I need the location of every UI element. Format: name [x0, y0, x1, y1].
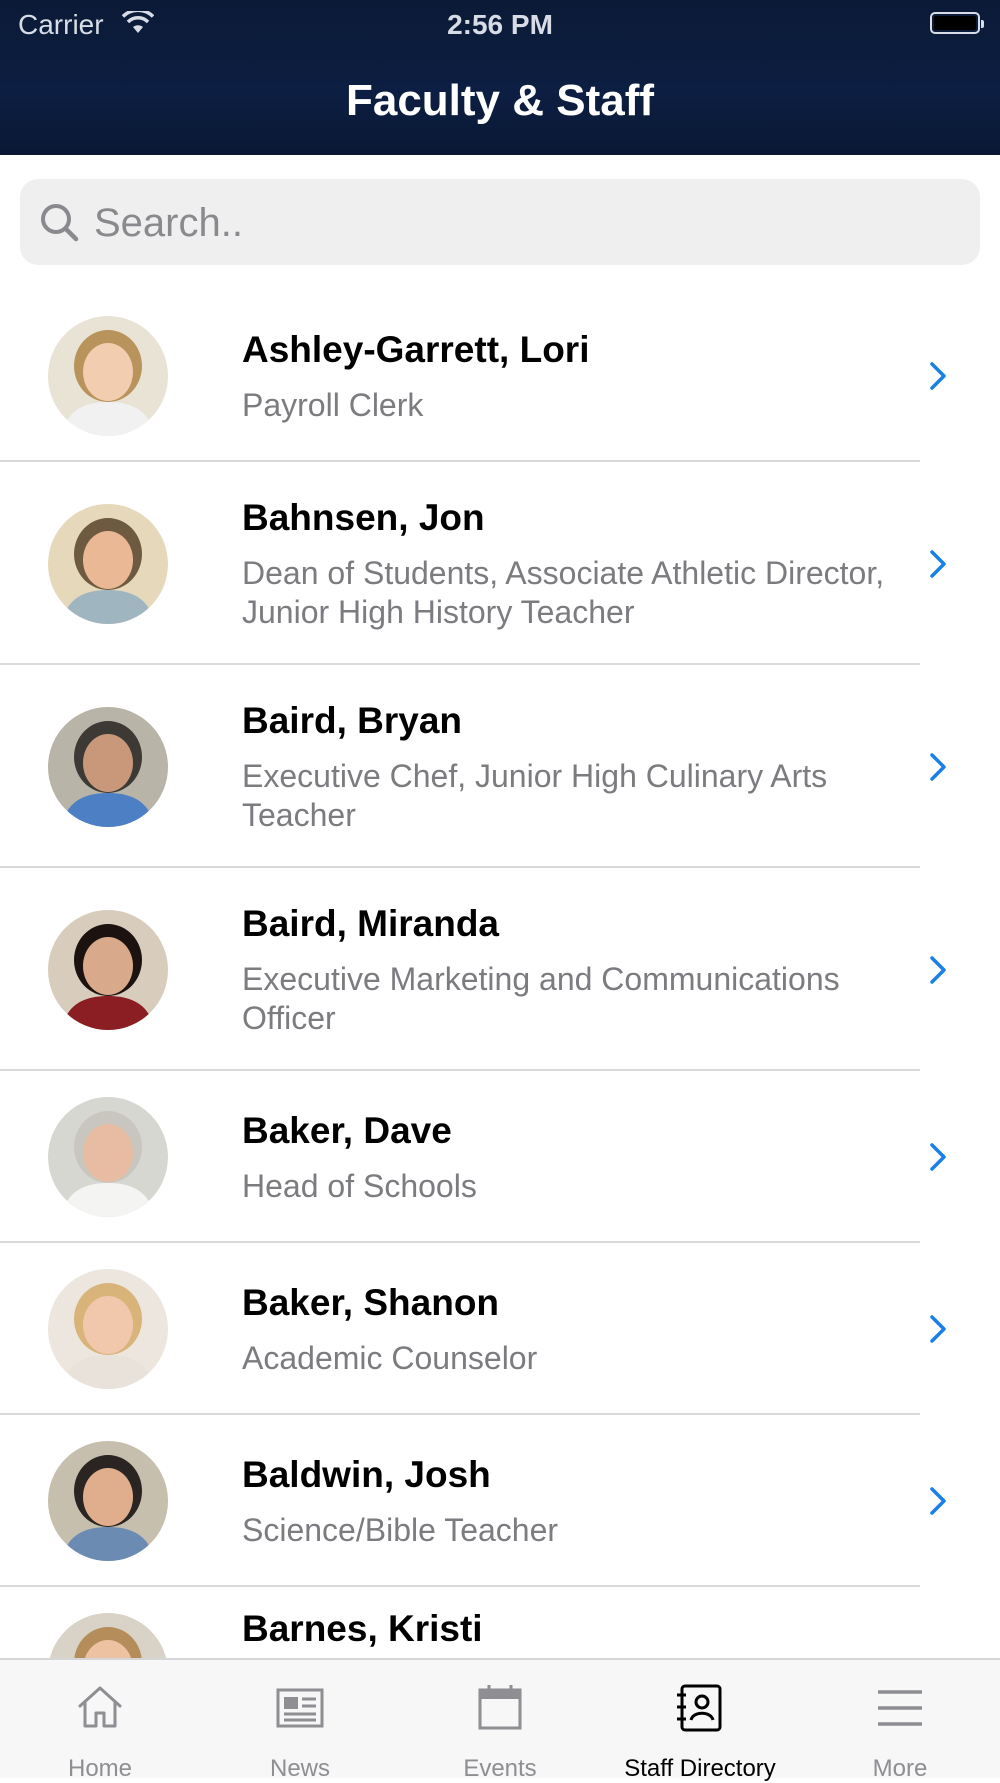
search-icon	[41, 204, 79, 242]
status-time: 2:56 PM	[447, 9, 553, 40]
chevron-right-icon	[928, 1142, 948, 1177]
menu-icon	[878, 1690, 922, 1726]
staff-row[interactable]: Baird, Bryan Executive Chef, Junior High …	[0, 665, 1000, 868]
tab-events[interactable]: Events	[400, 1660, 600, 1782]
tab-label: Staff Directory	[624, 1755, 776, 1782]
news-icon	[276, 1688, 324, 1728]
page-title: Faculty & Staff	[345, 76, 655, 125]
staff-role: Executive Chef, Junior High Culinary Art…	[242, 758, 828, 833]
staff-role: Academic Counselor	[242, 1340, 538, 1376]
tab-label: More	[872, 1755, 928, 1782]
staff-name: Baker, Shanon	[242, 1282, 500, 1323]
tab-label: News	[269, 1755, 330, 1782]
avatar	[48, 910, 168, 1030]
staff-row[interactable]: Baird, Miranda Executive Marketing and Co…	[0, 868, 1000, 1071]
calendar-icon	[478, 1685, 522, 1730]
avatar	[48, 707, 168, 827]
chevron-right-icon	[928, 549, 948, 584]
chevron-right-icon	[928, 1314, 948, 1349]
tab-news[interactable]: News	[200, 1660, 400, 1782]
staff-row[interactable]: Baker, Dave Head of Schools	[0, 1071, 1000, 1243]
staff-directory-icon	[677, 1684, 722, 1732]
tab-more[interactable]: More	[800, 1660, 1000, 1782]
search-bar[interactable]	[20, 179, 980, 267]
avatar	[48, 504, 168, 624]
staff-name: Bahnsen, Jon	[242, 497, 485, 538]
staff-name: Barnes, Kristi	[242, 1608, 483, 1649]
chevron-right-icon	[928, 752, 948, 787]
staff-name: Baird, Bryan	[242, 700, 463, 741]
staff-role: Executive Marketing and Communications O…	[242, 961, 840, 1036]
tab-home[interactable]: Home	[0, 1660, 200, 1782]
avatar	[48, 316, 168, 436]
staff-role: Science/Bible Teacher	[242, 1512, 559, 1548]
staff-role: Head of Schools	[242, 1168, 477, 1204]
staff-row[interactable]: Baldwin, Josh Science/Bible Teacher	[0, 1415, 1000, 1587]
avatar	[48, 1097, 168, 1217]
staff-row[interactable]: Bahnsen, Jon Dean of Students, Associate …	[0, 462, 1000, 665]
battery-icon	[930, 12, 984, 34]
staff-list: Ashley-Garrett, Lori Payroll Clerk Bahnsen…	[0, 290, 1000, 1759]
staff-role: Payroll Clerk	[242, 387, 424, 423]
navigation-bar: Carrier 2:56 PM Faculty & Staff	[0, 0, 1000, 155]
status-bar: Carrier 2:56 PM	[0, 0, 1000, 50]
chevron-right-icon	[928, 361, 948, 396]
tab-bar: Home News Events Staff Directory More	[0, 1658, 1000, 1782]
search-input[interactable]	[92, 179, 956, 267]
avatar	[48, 1269, 168, 1389]
home-icon	[78, 1686, 122, 1728]
staff-row[interactable]: Baker, Shanon Academic Counselor	[0, 1243, 1000, 1415]
tab-label: Events	[463, 1755, 537, 1782]
chevron-right-icon	[928, 955, 948, 990]
staff-row[interactable]: Ashley-Garrett, Lori Payroll Clerk	[0, 290, 1000, 462]
staff-name: Ashley-Garrett, Lori	[242, 329, 590, 370]
staff-name: Baird, Miranda	[242, 903, 499, 944]
staff-role: Dean of Students, Associate Athletic Dir…	[242, 555, 885, 630]
staff-name: Baker, Dave	[242, 1110, 452, 1151]
avatar	[48, 1441, 168, 1561]
chevron-right-icon	[928, 1486, 948, 1521]
tab-staff-directory[interactable]: Staff Directory	[600, 1660, 800, 1782]
staff-name: Baldwin, Josh	[242, 1454, 491, 1495]
tab-label: Home	[67, 1755, 133, 1782]
